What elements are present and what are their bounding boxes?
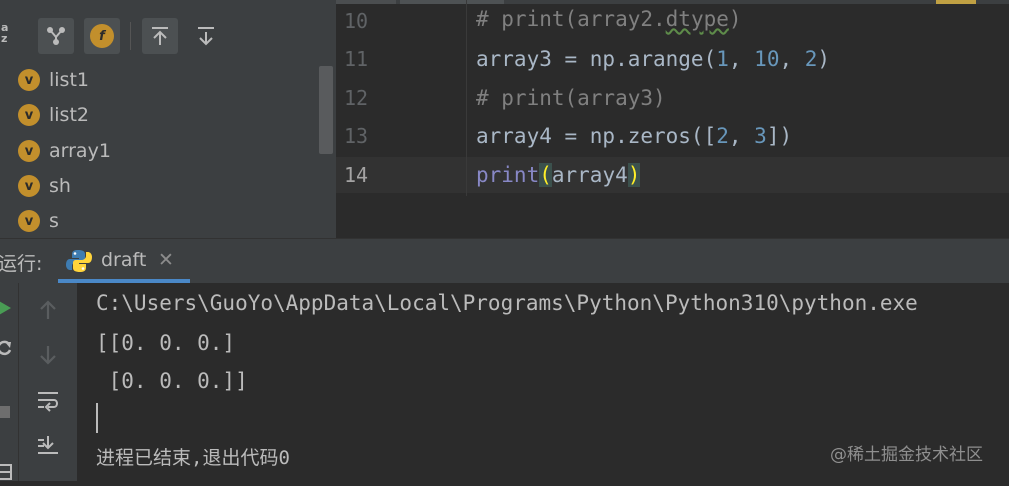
show-inherited-icon[interactable] xyxy=(38,18,74,54)
show-fields-icon[interactable]: f xyxy=(84,18,120,54)
collapse-all-icon[interactable] xyxy=(188,18,224,54)
tree-item-label: sh xyxy=(49,175,71,197)
console-line: [0. 0. 0.]] xyxy=(96,369,248,393)
code-number: 2 xyxy=(716,124,729,148)
code-builtin: print xyxy=(476,163,540,187)
field-badge: f xyxy=(90,24,114,48)
matched-bracket: ) xyxy=(627,163,641,187)
code-line[interactable]: array3 = np.arange(1, 10, 2) xyxy=(476,40,830,78)
code-text: , xyxy=(728,47,755,71)
code-line[interactable]: # print(array2.dtype) xyxy=(476,0,742,38)
run-icon[interactable] xyxy=(0,294,18,322)
variable-icon: v xyxy=(18,104,40,126)
variable-icon: v xyxy=(18,69,40,91)
tree-item-label: list1 xyxy=(49,69,89,91)
line-number: 10 xyxy=(344,9,369,33)
line-number: 12 xyxy=(344,86,369,110)
variable-icon: v xyxy=(18,210,40,232)
tree-item-label: list2 xyxy=(49,104,89,126)
tree-item-label: array1 xyxy=(49,140,111,162)
code-comment: # print(array2. xyxy=(476,7,666,31)
toolbar-divider xyxy=(130,22,131,50)
code-number: 10 xyxy=(754,47,780,71)
code-text: ) xyxy=(817,47,831,71)
code-comment: # print(array3) xyxy=(476,86,666,110)
scroll-to-end-icon[interactable] xyxy=(34,431,62,459)
code-text: ]) xyxy=(766,124,793,148)
tree-item[interactable]: v sh xyxy=(18,171,71,201)
soft-wrap-icon[interactable] xyxy=(34,387,62,415)
structure-scrollbar[interactable] xyxy=(319,66,333,154)
code-text: , xyxy=(728,124,755,148)
run-panel-label: 运行: xyxy=(0,253,43,275)
tree-item[interactable]: v array1 xyxy=(18,136,111,166)
current-line-highlight xyxy=(336,157,1009,193)
code-line-current[interactable]: print(array4) xyxy=(476,156,641,194)
code-line[interactable]: array4 = np.zeros([2, 3]) xyxy=(476,117,792,155)
matched-bracket: ( xyxy=(539,163,552,187)
watermark: @稀土掘金技术社区 xyxy=(830,445,983,465)
stop-icon[interactable] xyxy=(0,398,18,426)
variable-icon: v xyxy=(18,175,40,197)
console-line: C:\Users\GuoYo\AppData\Local\Programs\Py… xyxy=(96,291,918,315)
code-number: 2 xyxy=(804,47,818,71)
process-exit-message: 进程已结束,退出代码0 xyxy=(96,447,290,469)
line-number-current: 14 xyxy=(344,163,369,187)
rerun-icon[interactable] xyxy=(0,334,18,362)
layout-icon[interactable] xyxy=(0,458,18,486)
tree-item[interactable]: v list2 xyxy=(18,100,89,130)
tree-item-label: s xyxy=(49,210,59,232)
variable-icon: v xyxy=(18,140,40,162)
up-arrow-icon[interactable] xyxy=(34,296,62,324)
down-arrow-icon[interactable] xyxy=(34,341,62,369)
code-line[interactable]: # print(array3) xyxy=(476,79,666,117)
console-line: [[0. 0. 0.] xyxy=(96,331,236,355)
line-number: 11 xyxy=(344,47,369,71)
code-comment-typo: dtype xyxy=(665,7,729,31)
expand-all-icon[interactable] xyxy=(142,18,178,54)
code-number: 3 xyxy=(754,124,767,148)
text-cursor xyxy=(96,403,98,433)
tab-draft-label: draft xyxy=(101,249,147,271)
sort-alpha-icon[interactable]: az xyxy=(1,22,8,44)
structure-toolbar: az f xyxy=(0,0,336,58)
code-text: , xyxy=(779,47,805,71)
close-icon[interactable]: ✕ xyxy=(158,249,174,271)
code-number: 1 xyxy=(716,47,729,71)
tree-item[interactable]: v list1 xyxy=(18,65,89,95)
tree-item[interactable]: v s xyxy=(18,206,59,236)
python-icon xyxy=(66,249,92,277)
code-text: array4 = np.zeros([ xyxy=(476,124,717,148)
gutter-divider xyxy=(466,0,467,196)
code-comment: ) xyxy=(728,7,742,31)
code-text: array4 xyxy=(551,163,628,187)
line-number: 13 xyxy=(344,124,369,148)
code-text: array3 = np.arange( xyxy=(476,47,717,71)
